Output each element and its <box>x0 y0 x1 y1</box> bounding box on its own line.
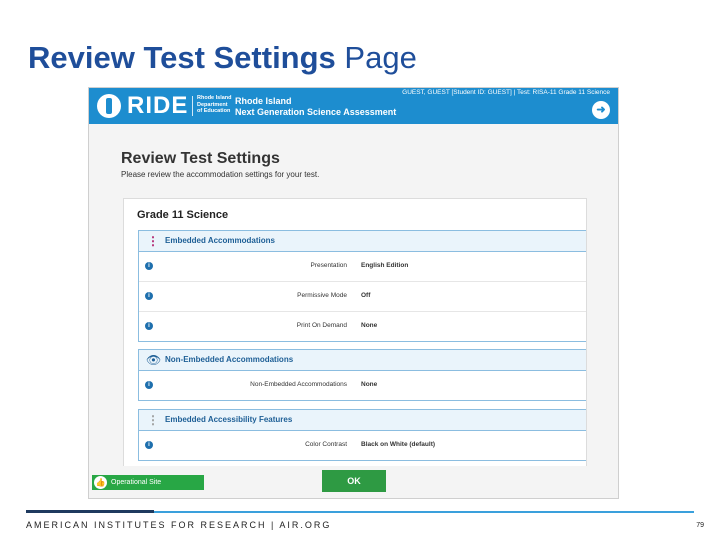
footer-rule-dark <box>26 510 154 513</box>
setting-value: English Edition <box>361 262 409 269</box>
page-heading: Review Test Settings <box>121 150 280 167</box>
setting-label: Print On Demand <box>296 322 347 329</box>
setting-row: i Non-Embedded Accommodations None <box>139 371 586 400</box>
bottom-bar: 👍 Operational Site OK <box>89 466 618 498</box>
logo-text: RIDE <box>127 92 189 119</box>
setting-label: Presentation <box>310 262 348 269</box>
section-title: Embedded Accessibility Features <box>165 415 293 424</box>
section-title: Non-Embedded Accommodations <box>165 355 294 364</box>
section-embedded-accommodations: ⋮ Embedded Accommodations i Presentation… <box>138 230 586 342</box>
section-header: 👁 Non-Embedded Accommodations <box>139 350 586 371</box>
app-header: RIDE Rhode Island Department of Educatio… <box>89 88 618 124</box>
info-icon[interactable]: i <box>145 262 153 270</box>
info-icon[interactable]: i <box>145 322 153 330</box>
card-title: Grade 11 Science <box>137 209 229 221</box>
info-icon[interactable]: i <box>145 381 153 389</box>
setting-value: Black on White (default) <box>361 441 436 448</box>
section-header: ⋮ Embedded Accommodations <box>139 231 586 252</box>
setting-label: Permissive Mode <box>297 292 347 299</box>
setting-value: None <box>361 322 378 329</box>
logo-divider <box>192 96 193 116</box>
operational-site-badge: 👍 Operational Site <box>92 475 204 490</box>
ride-logo-icon <box>97 94 121 118</box>
screenshot-frame: RIDE Rhode Island Department of Educatio… <box>88 87 619 499</box>
setting-row: i Permissive Mode Off <box>139 282 586 312</box>
slide-title-rest: Page <box>344 40 417 75</box>
operational-site-label: Operational Site <box>111 479 162 486</box>
logo-subtitle: Rhode Island Department of Education <box>197 95 232 114</box>
page-number: 79 <box>696 522 704 529</box>
eye-icon: 👁 <box>146 353 162 367</box>
assessment-line-2: Next Generation Science Assessment <box>235 107 397 117</box>
info-icon[interactable]: i <box>145 292 153 300</box>
setting-value: Off <box>361 292 371 299</box>
setting-row: i Print On Demand None <box>139 312 586 341</box>
section-non-embedded-accommodations: 👁 Non-Embedded Accommodations i Non-Embe… <box>138 349 586 401</box>
assessment-name: Rhode Island Next Generation Science Ass… <box>235 96 396 118</box>
user-info: GUEST, GUEST [Student ID: GUEST] | Test:… <box>402 89 610 96</box>
dots-icon: ⋮ <box>147 413 159 427</box>
setting-value: None <box>361 381 378 388</box>
section-title: Embedded Accommodations <box>165 236 275 245</box>
slide-title: Review Test Settings Page <box>28 38 417 78</box>
footer-text: AMERICAN INSTITUTES FOR RESEARCH | AIR.O… <box>26 520 332 530</box>
ok-button[interactable]: OK <box>322 470 386 492</box>
page-subheading: Please review the accommodation settings… <box>121 170 320 179</box>
info-icon[interactable]: i <box>145 441 153 449</box>
dots-icon: ⋮ <box>147 234 159 248</box>
logout-icon[interactable]: ➜ <box>592 101 610 119</box>
footer-rule <box>154 511 694 513</box>
setting-label: Color Contrast <box>305 441 347 448</box>
setting-row: i Presentation English Edition <box>139 252 586 282</box>
setting-row: i Color Contrast Black on White (default… <box>139 431 586 460</box>
section-embedded-accessibility-features: ⋮ Embedded Accessibility Features i Colo… <box>138 409 586 461</box>
slide-title-bold: Review Test Settings <box>28 40 336 75</box>
settings-card: Grade 11 Science ⋮ Embedded Accommodatio… <box>123 198 587 467</box>
setting-label: Non-Embedded Accommodations <box>250 381 347 388</box>
assessment-line-1: Rhode Island <box>235 96 292 106</box>
thumbs-up-icon: 👍 <box>94 476 107 489</box>
section-header: ⋮ Embedded Accessibility Features <box>139 410 586 431</box>
